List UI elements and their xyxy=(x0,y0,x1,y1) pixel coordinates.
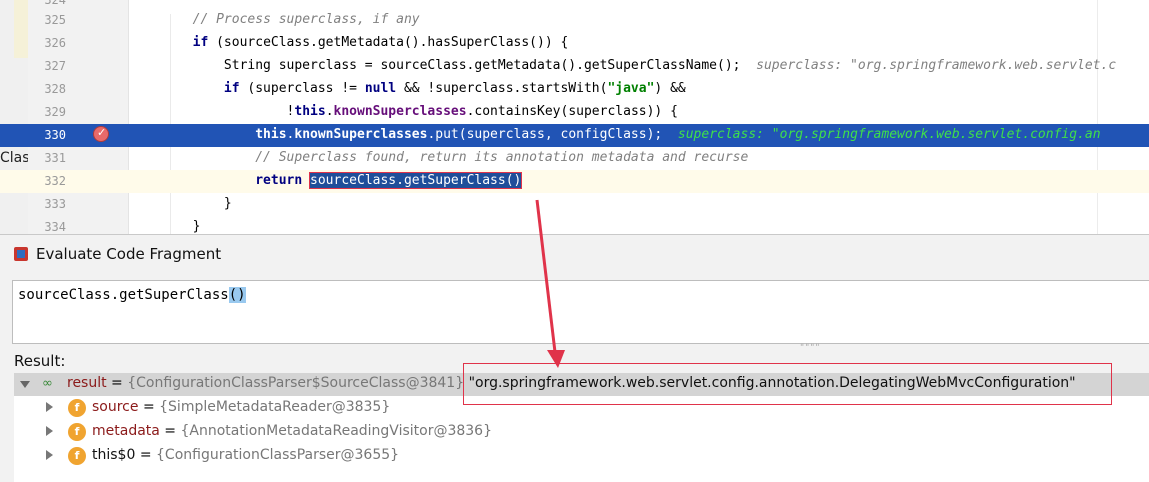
code-token: ! xyxy=(130,104,295,119)
code-editor[interactable]: Class 324 325 // Process superclass, if a… xyxy=(0,0,1149,234)
tree-row-1[interactable]: f metadata = {AnnotationMetadataReadingVi… xyxy=(14,421,1149,444)
code-token: (superclass != xyxy=(239,81,365,96)
code-line[interactable]: 332 return sourceClass.getSuperClass() xyxy=(0,170,1149,193)
line-number: 331 xyxy=(44,151,66,165)
tree-row-2[interactable]: f this$0 = {ConfigurationClassParser@3655… xyxy=(14,445,1149,468)
code-line[interactable]: 330 this.knownSuperclasses.put(superclas… xyxy=(0,124,1149,147)
expand-icon[interactable] xyxy=(46,450,53,460)
field-icon: f xyxy=(68,423,86,441)
result-type: {ConfigurationClassParser$SourceClass@38… xyxy=(127,375,465,391)
line-number: 326 xyxy=(44,36,66,50)
resize-handle[interactable]: """" xyxy=(800,343,821,353)
code-token: this xyxy=(255,127,287,142)
code-token: String superclass = sourceClass.getMetad… xyxy=(130,58,757,73)
line-code: } xyxy=(130,219,201,234)
field-icon: f xyxy=(68,447,86,465)
intellij-icon xyxy=(14,247,28,261)
code-token: // Superclass found, return its annotati… xyxy=(255,150,749,165)
line-number: 327 xyxy=(44,59,66,73)
code-token: if xyxy=(223,81,240,96)
result-name: result xyxy=(67,375,107,391)
line-code: } xyxy=(130,196,232,211)
code-token: if xyxy=(192,35,209,50)
code-line[interactable]: 331 // Superclass found, return its anno… xyxy=(0,147,1149,170)
code-token: . xyxy=(325,104,334,119)
field-type: {AnnotationMetadataReadingVisitor@3836} xyxy=(180,423,493,439)
code-line[interactable]: 326 if (sourceClass.getMetadata().hasSup… xyxy=(0,32,1149,55)
code-fragment-input[interactable]: sourceClass.getSuperClass() xyxy=(12,280,1149,344)
line-code: this.knownSuperclasses.put(superclass, c… xyxy=(130,127,1101,142)
line-number: 325 xyxy=(44,13,66,27)
expand-icon[interactable] xyxy=(46,426,53,436)
line-code: if (superclass != null && !superclass.st… xyxy=(130,81,686,96)
breakpoint-icon[interactable] xyxy=(93,126,109,142)
code-token: .put(superclass, configClass); xyxy=(427,127,678,142)
watch-result-icon: ∞ xyxy=(42,376,53,391)
field-name: metadata xyxy=(92,423,160,439)
line-number: 329 xyxy=(44,105,66,119)
code-token: knownSuperclasses xyxy=(333,104,467,119)
code-token: superclass: "org.springframework.web.ser… xyxy=(756,58,1117,73)
line-number: 324 xyxy=(44,0,66,7)
code-token: this xyxy=(294,104,326,119)
evaluate-dialog: Evaluate Code Fragment sourceClass.getSu… xyxy=(0,234,1149,482)
code-line[interactable]: 328 if (superclass != null && !superclas… xyxy=(0,78,1149,101)
code-token: // Process superclass, if any xyxy=(192,12,420,27)
result-highlight-box xyxy=(463,363,1112,405)
code-token: (sourceClass.getMetadata().hasSuperClass… xyxy=(208,35,569,50)
field-icon: f xyxy=(68,399,86,417)
code-line[interactable]: 327 String superclass = sourceClass.getM… xyxy=(0,55,1149,78)
selected-expression: sourceClass.getSuperClass() xyxy=(309,172,523,189)
code-token: } xyxy=(130,219,201,234)
field-eq: = xyxy=(135,447,157,463)
code-line[interactable]: 325 // Process superclass, if any xyxy=(0,9,1149,32)
line-code: return sourceClass.getSuperClass() xyxy=(130,172,523,189)
field-eq: = xyxy=(138,399,160,415)
line-code: // Superclass found, return its annotati… xyxy=(130,150,748,165)
expression-parens: () xyxy=(228,287,246,303)
result-eq: = xyxy=(106,375,128,391)
code-token: .containsKey(superclass)) { xyxy=(466,104,678,119)
code-line[interactable]: 334 } xyxy=(0,216,1149,234)
line-code: String superclass = sourceClass.getMetad… xyxy=(130,58,1116,73)
code-token: } xyxy=(130,196,232,211)
code-token: superclass: "org.springframework.web.ser… xyxy=(677,127,1101,142)
result-label: Result: xyxy=(14,352,66,370)
code-token: knownSuperclasses xyxy=(294,127,428,142)
line-number: 330 xyxy=(44,128,66,142)
code-token: null xyxy=(364,81,397,96)
code-token: ) && xyxy=(654,81,686,96)
field-eq: = xyxy=(159,423,181,439)
line-code: // Process superclass, if any xyxy=(130,12,420,27)
line-number: 332 xyxy=(44,174,66,188)
field-name: source xyxy=(92,399,139,415)
expand-icon[interactable] xyxy=(46,402,53,412)
code-token: return xyxy=(255,173,303,188)
line-code: if (sourceClass.getMetadata().hasSuperCl… xyxy=(130,35,569,50)
line-number: 328 xyxy=(44,82,66,96)
line-number: 333 xyxy=(44,197,66,211)
line-number: 334 xyxy=(44,220,66,234)
code-token: "java" xyxy=(607,81,655,96)
collapse-icon[interactable] xyxy=(20,381,30,388)
dialog-title: Evaluate Code Fragment xyxy=(36,245,222,263)
expression-text: sourceClass.getSuperClass xyxy=(18,287,229,303)
code-line[interactable]: 329 !this.knownSuperclasses.containsKey(… xyxy=(0,101,1149,124)
code-line[interactable]: 333 } xyxy=(0,193,1149,216)
line-code: !this.knownSuperclasses.containsKey(supe… xyxy=(130,104,678,119)
field-name: this$0 xyxy=(92,447,136,463)
field-type: {SimpleMetadataReader@3835} xyxy=(159,399,391,415)
field-type: {ConfigurationClassParser@3655} xyxy=(156,447,400,463)
code-token: && !superclass.startsWith( xyxy=(396,81,608,96)
